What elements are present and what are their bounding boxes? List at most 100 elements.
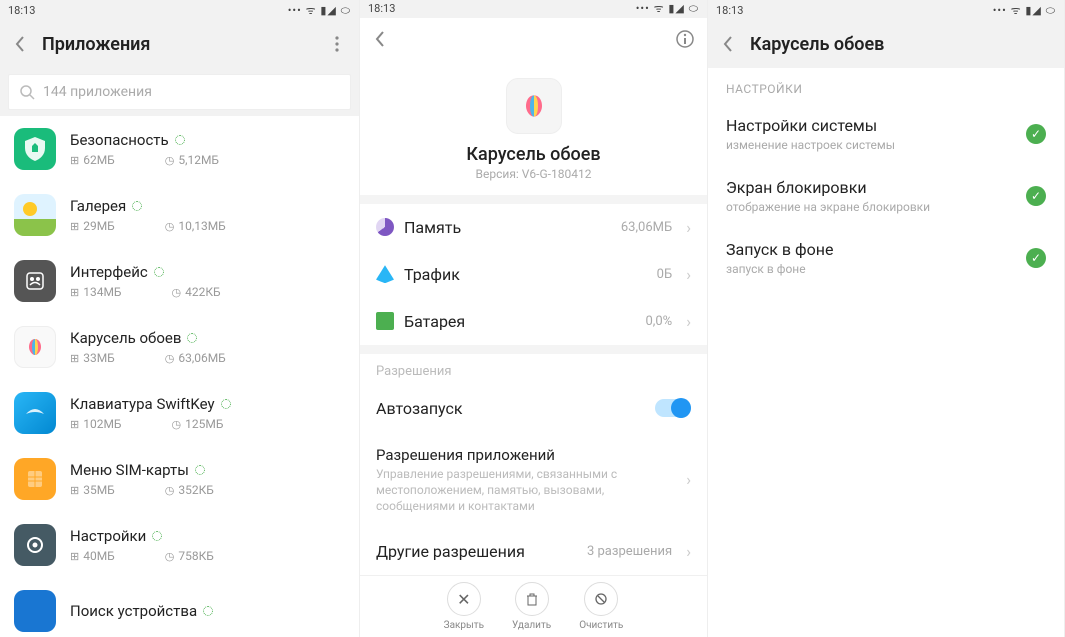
loading-icon — [221, 399, 231, 409]
app-disk: 758КБ — [178, 549, 214, 563]
delete-button[interactable]: Удалить — [512, 582, 551, 631]
trash-icon — [515, 582, 549, 616]
memory-icon — [376, 218, 394, 236]
loading-icon — [154, 267, 164, 277]
app-name: Меню SIM-карты — [70, 461, 189, 479]
storage-icon: ⊞ — [70, 352, 79, 365]
app-name: Настройки — [70, 527, 146, 545]
status-icons: ••• ᯤ ▮◢ ⬭ — [636, 1, 699, 16]
perm-item[interactable]: Настройки системы изменение настроек сис… — [708, 104, 1064, 166]
app-size: 134МБ — [83, 285, 121, 299]
app-info: Безопасность ⊞62МБ ◷5,12МБ — [70, 131, 345, 167]
app-item[interactable]: Безопасность ⊞62МБ ◷5,12МБ — [0, 116, 359, 182]
loading-icon — [187, 333, 197, 343]
clock-icon: ◷ — [165, 220, 175, 233]
app-item[interactable]: Интерфейс ⊞134МБ ◷422КБ — [0, 248, 359, 314]
perm-title: Настройки системы — [726, 116, 1014, 135]
more-icon[interactable] — [325, 32, 349, 56]
row-battery[interactable]: Батарея 0,0% › — [376, 298, 691, 345]
perm-item[interactable]: Экран блокировки отображение на экране б… — [708, 166, 1064, 228]
clock-icon: ◷ — [165, 154, 175, 167]
app-info: Интерфейс ⊞134МБ ◷422КБ — [70, 263, 345, 299]
app-disk: 125МБ — [185, 417, 223, 431]
row-value: 3 разрешения — [587, 544, 672, 559]
app-size: 102МБ — [83, 417, 121, 431]
app-name: Галерея — [70, 197, 126, 215]
page-title: Приложения — [42, 34, 313, 55]
pane-apps-list: 18:13 ••• ᯤ ▮◢ ⬭ Приложения 144 приложен… — [0, 0, 360, 637]
status-icons: ••• ᯤ ▮◢ ⬭ — [288, 3, 351, 18]
app-item[interactable]: Клавиатура SwiftKey ⊞102МБ ◷125МБ — [0, 380, 359, 446]
perm-item[interactable]: Запуск в фоне запуск в фоне ✓ — [708, 228, 1064, 290]
status-bar: 18:13 ••• ᯤ ▮◢ ⬭ — [0, 0, 359, 20]
row-autostart[interactable]: Автозапуск — [376, 385, 691, 432]
row-other-permissions[interactable]: Другие разрешения 3 разрешения › — [376, 528, 691, 575]
search-icon — [19, 84, 35, 100]
app-disk: 10,13МБ — [178, 219, 225, 233]
pane-permissions: 18:13 ••• ᯤ ▮◢ ⬭ Карусель обоев НАСТРОЙК… — [708, 0, 1065, 637]
app-disk: 5,12МБ — [178, 153, 219, 167]
app-name: Клавиатура SwiftKey — [70, 395, 215, 413]
back-button[interactable] — [718, 34, 738, 54]
row-desc: Управление разрешениями, связанными с ме… — [376, 466, 672, 515]
check-icon: ✓ — [1026, 186, 1046, 206]
app-icon-carousel — [14, 326, 56, 368]
status-time: 18:13 — [8, 4, 35, 17]
status-bar: 18:13 ••• ᯤ ▮◢ ⬭ — [708, 0, 1064, 20]
traffic-icon — [376, 265, 394, 283]
clock-icon: ◷ — [172, 418, 182, 431]
app-item[interactable]: Меню SIM-карты ⊞35МБ ◷352КБ — [0, 446, 359, 512]
close-button[interactable]: ✕ Закрыть — [444, 582, 484, 631]
loading-icon — [203, 606, 213, 616]
back-button[interactable] — [10, 34, 30, 54]
group-header-settings: НАСТРОЙКИ — [708, 68, 1064, 104]
app-info: Настройки ⊞ 40МБ ◷758КБ — [70, 527, 345, 563]
app-item[interactable]: Поиск устройства — [0, 578, 359, 637]
app-list[interactable]: Безопасность ⊞62МБ ◷5,12МБ Галерея ⊞29МБ… — [0, 116, 359, 637]
battery-icon — [376, 312, 394, 330]
clock-icon: ◷ — [165, 484, 175, 497]
clock-icon: ◷ — [172, 286, 182, 299]
app-item[interactable]: Галерея ⊞29МБ ◷10,13МБ — [0, 182, 359, 248]
titlebar — [360, 18, 707, 60]
app-disk: 352КБ — [178, 483, 214, 497]
app-icon-settings — [14, 524, 56, 566]
status-time: 18:13 — [368, 2, 395, 15]
loading-icon — [132, 201, 142, 211]
app-name: Поиск устройства — [70, 602, 197, 620]
row-app-permissions[interactable]: Разрешения приложений Управление разреше… — [376, 432, 691, 529]
toggle-autostart[interactable] — [655, 399, 691, 417]
perm-desc: отображение на экране блокировки — [726, 200, 1014, 214]
row-memory[interactable]: Память 63,06МБ › — [376, 204, 691, 251]
status-bar: 18:13 ••• ᯤ ▮◢ ⬭ — [360, 0, 707, 18]
clear-button[interactable]: Очистить — [579, 582, 623, 631]
row-label: Разрешения приложений — [376, 446, 672, 464]
app-icon-shield — [14, 128, 56, 170]
titlebar: Приложения — [0, 20, 359, 68]
app-item[interactable]: Настройки ⊞ 40МБ ◷758КБ — [0, 512, 359, 578]
storage-icon: ⊞ — [70, 550, 79, 563]
app-size: 29МБ — [83, 219, 115, 233]
app-size: 40МБ — [83, 549, 115, 563]
storage-icon: ⊞ — [70, 154, 79, 167]
separator — [360, 195, 707, 204]
row-value: 0,0% — [645, 314, 672, 329]
row-value: 63,06МБ — [621, 220, 672, 235]
chevron-right-icon: › — [686, 312, 691, 331]
info-icon[interactable] — [673, 27, 697, 51]
row-traffic[interactable]: Трафик 0Б › — [376, 251, 691, 298]
app-item[interactable]: Карусель обоев ⊞33МБ ◷63,06МБ — [0, 314, 359, 380]
back-button[interactable] — [370, 29, 390, 49]
app-disk: 422КБ — [185, 285, 221, 299]
clock-icon: ◷ — [165, 550, 175, 563]
app-info: Меню SIM-карты ⊞35МБ ◷352КБ — [70, 461, 345, 497]
chevron-right-icon: › — [686, 265, 691, 284]
app-icon-swiftkey — [14, 392, 56, 434]
pane-app-detail: 18:13 ••• ᯤ ▮◢ ⬭ Карусель обоев Версия: … — [360, 0, 708, 637]
button-label: Удалить — [512, 620, 551, 631]
app-title: Карусель обоев — [360, 144, 707, 165]
app-icon-sim — [14, 458, 56, 500]
app-info: Клавиатура SwiftKey ⊞102МБ ◷125МБ — [70, 395, 345, 431]
chevron-right-icon: › — [686, 542, 691, 561]
search-input[interactable]: 144 приложения — [8, 74, 351, 110]
